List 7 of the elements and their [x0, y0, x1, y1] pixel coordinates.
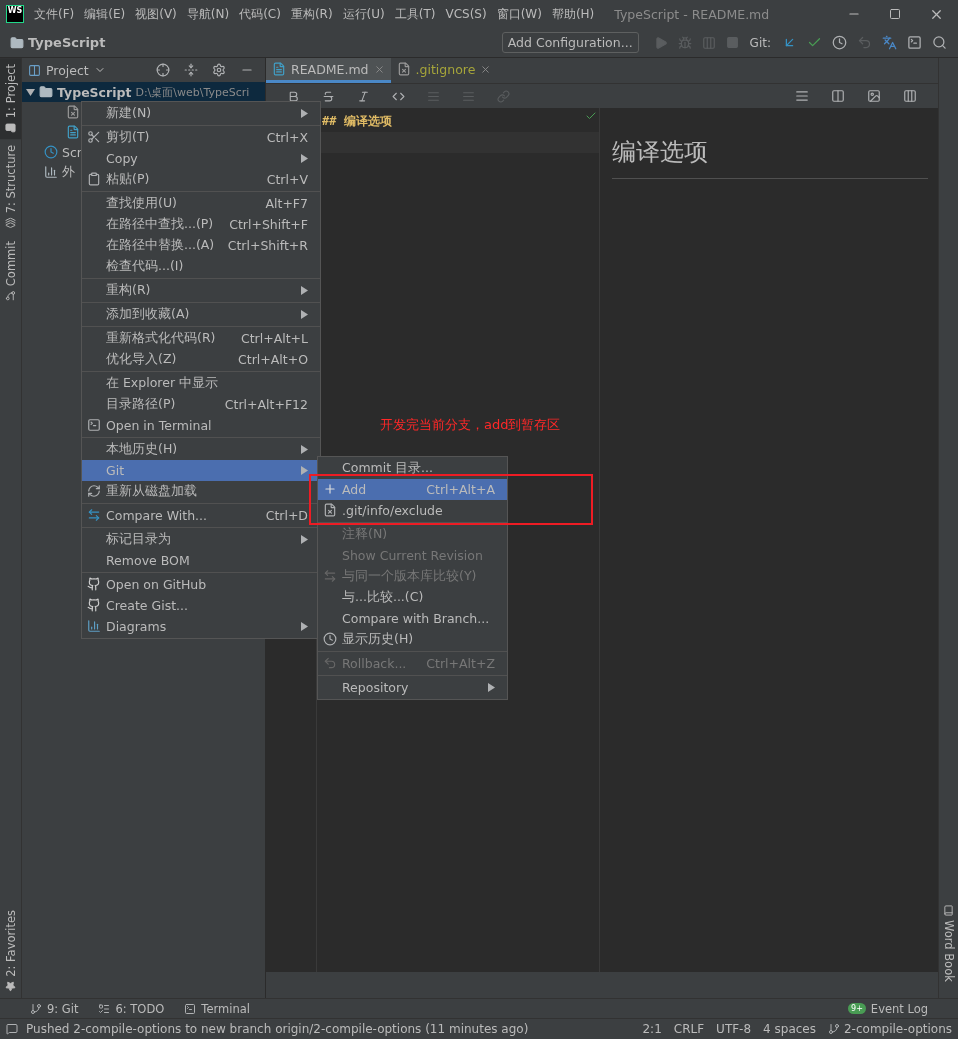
preview-heading: 编译选项 [612, 136, 928, 179]
window-title: TypeScript - README.md [614, 6, 770, 22]
annotation-text: 开发完当前分支，add到暂存区 [380, 416, 561, 434]
git-label: Git: [749, 35, 771, 50]
status-message: Pushed 2-compile-options to new branch origin/2-compile-options (11 minutes ago) [26, 1022, 529, 1036]
code-line: ## 编译选项 [321, 113, 393, 130]
app-logo: WS [6, 5, 24, 23]
